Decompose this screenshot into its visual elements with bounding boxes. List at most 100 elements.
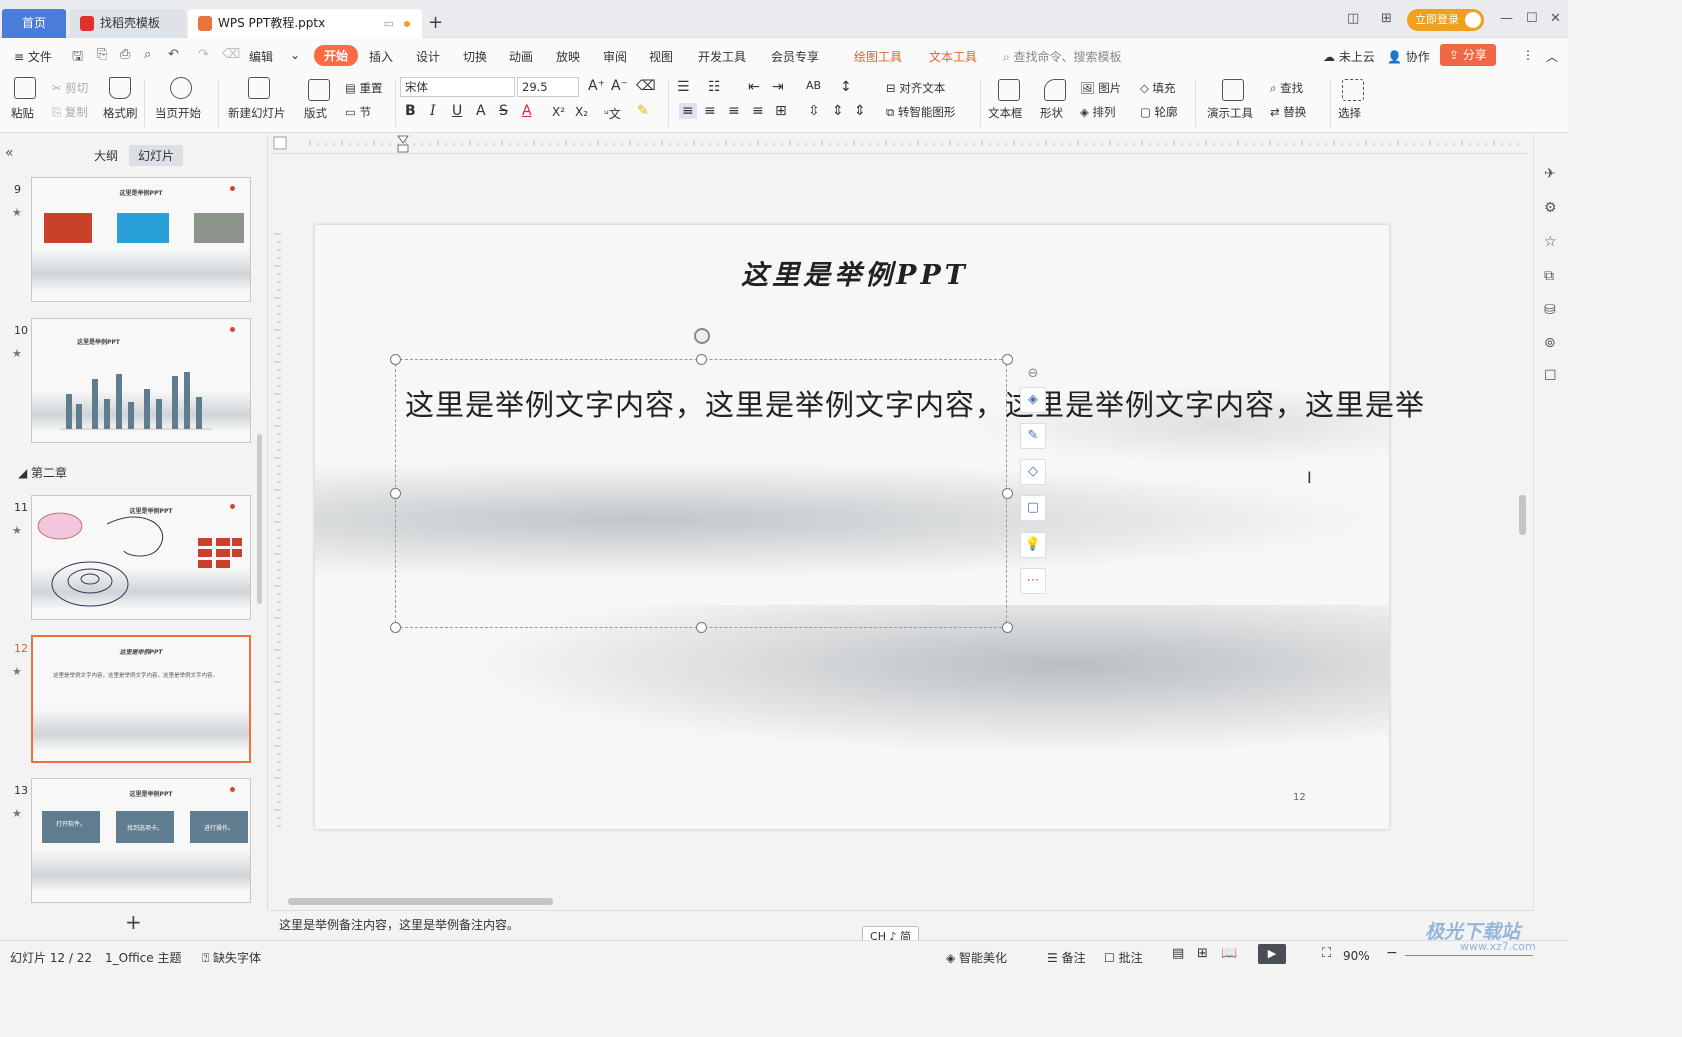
tab-developer[interactable]: 开发工具 xyxy=(698,48,746,65)
textbox-button[interactable]: 文本框 xyxy=(988,105,1023,121)
decrease-font-icon[interactable]: A⁻ xyxy=(611,78,628,94)
reading-view-icon[interactable]: 📖 xyxy=(1221,946,1237,961)
outline-frame-icon[interactable]: ▢ xyxy=(1020,495,1046,521)
smart-beautify-button[interactable]: ◈ 智能美化 xyxy=(946,949,1007,966)
select-icon[interactable] xyxy=(1342,79,1364,101)
find-button[interactable]: ⌕ 查找 xyxy=(1270,80,1303,96)
edit-menu[interactable]: 编辑 xyxy=(249,48,273,65)
horizontal-ruler[interactable] xyxy=(270,134,1528,154)
new-slide-icon[interactable] xyxy=(248,77,270,99)
resize-handle[interactable] xyxy=(390,354,401,365)
layout-button[interactable]: 版式 xyxy=(304,105,327,121)
panel-scrollbar[interactable] xyxy=(257,434,262,604)
apps-grid-icon[interactable]: ⊞ xyxy=(1381,11,1392,26)
more-icon[interactable]: ⋮ xyxy=(1522,48,1534,62)
rotate-handle-icon[interactable] xyxy=(694,328,710,344)
tab-outline[interactable]: 大纲 xyxy=(85,145,127,166)
zoom-slider[interactable] xyxy=(1405,955,1533,956)
minimize-icon[interactable]: — xyxy=(1500,11,1513,26)
layout-icon[interactable]: ◫ xyxy=(1347,11,1359,26)
resize-handle[interactable] xyxy=(1002,488,1013,499)
picture-button[interactable]: 🖼 图片 xyxy=(1080,80,1121,96)
location-icon[interactable]: ⊚ xyxy=(1544,335,1556,351)
tab-document[interactable]: WPS PPT教程.pptx ▭ xyxy=(188,9,422,38)
slide-thumbnail-12[interactable]: 这里是举例PPT 这里是举例文字内容，这里是举例文字内容，这里是举例文字内容， xyxy=(31,635,251,763)
reset-button[interactable]: ▤ 重置 xyxy=(345,80,383,96)
zoom-out-icon[interactable]: − xyxy=(1386,945,1398,961)
horizontal-scrollbar[interactable] xyxy=(270,894,1518,908)
format-icon[interactable]: ⌫ xyxy=(222,47,240,62)
new-tab-button[interactable]: + xyxy=(428,12,443,33)
strikethrough-icon[interactable]: S xyxy=(499,103,508,119)
notes-text[interactable]: 这里是举例备注内容，这里是举例备注内容。 xyxy=(279,916,519,933)
login-button[interactable]: 立即登录 xyxy=(1407,9,1484,31)
tab-text-tools[interactable]: 文本工具 xyxy=(929,48,977,65)
collapse-panel-icon[interactable]: « xyxy=(5,145,14,161)
collaborate-button[interactable]: 👤 协作 xyxy=(1387,48,1430,65)
properties-icon[interactable]: ⚙ xyxy=(1544,200,1557,216)
paste-button[interactable]: 粘贴 xyxy=(11,105,34,121)
resize-handle[interactable] xyxy=(696,622,707,633)
font-name-select[interactable]: 宋体 xyxy=(400,77,515,97)
clear-format-icon[interactable]: ⌫ xyxy=(636,78,656,94)
notes-toggle-button[interactable]: ☰ 备注 xyxy=(1047,949,1086,966)
scroll-thumb[interactable] xyxy=(288,898,553,905)
export-pdf-icon[interactable]: ⎘ xyxy=(97,47,107,62)
layout-icon[interactable] xyxy=(308,79,330,101)
tab-design[interactable]: 设计 xyxy=(416,48,440,65)
highlight-icon[interactable]: ✎ xyxy=(637,103,649,119)
underline-icon[interactable]: U xyxy=(452,103,462,119)
tab-home[interactable]: 首页 xyxy=(2,9,66,38)
tab-templates[interactable]: 找稻壳模板 xyxy=(70,9,186,38)
theme-name[interactable]: 1_Office 主题 xyxy=(105,949,181,966)
undo-icon[interactable]: ↶ xyxy=(168,47,179,62)
design-ideas-icon[interactable]: ✈ xyxy=(1544,166,1556,182)
play-slideshow-button[interactable]: ▶ xyxy=(1258,944,1286,964)
tab-member[interactable]: 会员专享 xyxy=(771,48,819,65)
format-painter-icon[interactable] xyxy=(109,77,131,99)
text-direction-icon[interactable]: AB xyxy=(806,79,821,92)
slide-body-text[interactable]: 这里是举例文字内容，这里是举例文字内容，这里是举例文字内容，这里是举 xyxy=(405,382,1425,424)
column-icon[interactable]: ⇕ xyxy=(854,103,866,119)
phonetic-icon[interactable]: ᵘ文 xyxy=(604,105,621,122)
pen-icon[interactable]: ✎ xyxy=(1020,423,1046,449)
book-icon[interactable]: ☐ xyxy=(1544,368,1557,384)
tab-start[interactable]: 开始 xyxy=(314,45,359,66)
italic-icon[interactable]: I xyxy=(430,103,436,119)
vertical-ruler[interactable] xyxy=(270,154,290,894)
monitor-icon[interactable]: ▭ xyxy=(384,9,394,38)
fit-window-icon[interactable]: ⛶ xyxy=(1322,946,1331,961)
comments-button[interactable]: ☐ 批注 xyxy=(1104,949,1143,966)
collapse-minus-icon[interactable]: ⊖ xyxy=(1020,362,1046,388)
tab-drawing-tools[interactable]: 绘图工具 xyxy=(854,48,902,65)
outline-button[interactable]: ▢ 轮廓 xyxy=(1140,104,1178,120)
cut-button[interactable]: ✂ 剪切 xyxy=(52,80,88,96)
new-slide-button[interactable]: 新建幻灯片 xyxy=(228,105,286,121)
textbox-icon[interactable] xyxy=(998,79,1020,101)
increase-indent-icon[interactable]: ⇥ xyxy=(772,79,784,95)
align-center-icon[interactable]: ≡ xyxy=(704,103,716,119)
vertical-scrollbar[interactable] xyxy=(1517,150,1527,890)
more-dropdown-icon[interactable]: ⌄ xyxy=(290,48,300,62)
print-preview-icon[interactable]: ⌕ xyxy=(144,47,151,62)
more-options-icon[interactable]: ⋯ xyxy=(1020,568,1046,594)
cloud-status[interactable]: ☁ 未上云 xyxy=(1323,48,1375,65)
align-left-icon[interactable]: ≡ xyxy=(679,103,697,119)
resize-handle[interactable] xyxy=(696,354,707,365)
missing-font-button[interactable]: ⍰ 缺失字体 xyxy=(202,949,261,966)
unsaved-dot-icon[interactable] xyxy=(404,21,410,27)
increase-font-icon[interactable]: A⁺ xyxy=(588,78,605,94)
section-header[interactable]: ◢ 第二章 xyxy=(18,464,67,481)
slide-thumbnail-9[interactable]: 这里是举例PPT xyxy=(31,177,251,302)
slide-thumbnail-13[interactable]: 这里是举例PPT 打开软件。 找到选项卡。 进行操作。 xyxy=(31,778,251,903)
font-color-icon[interactable]: A xyxy=(522,103,532,119)
shape-icon[interactable] xyxy=(1044,79,1066,101)
animation-icon[interactable]: ☆ xyxy=(1544,234,1557,250)
line-spacing-icon[interactable]: ↕ xyxy=(840,79,852,95)
resize-handle[interactable] xyxy=(1002,622,1013,633)
tab-slideshow[interactable]: 放映 xyxy=(556,48,580,65)
copy-button[interactable]: ⎘ 复制 xyxy=(52,104,88,120)
backup-icon[interactable]: ⛁ xyxy=(1544,302,1556,318)
normal-view-icon[interactable]: ▤ xyxy=(1172,946,1184,961)
replace-button[interactable]: ⇄ 替换 xyxy=(1270,104,1306,120)
